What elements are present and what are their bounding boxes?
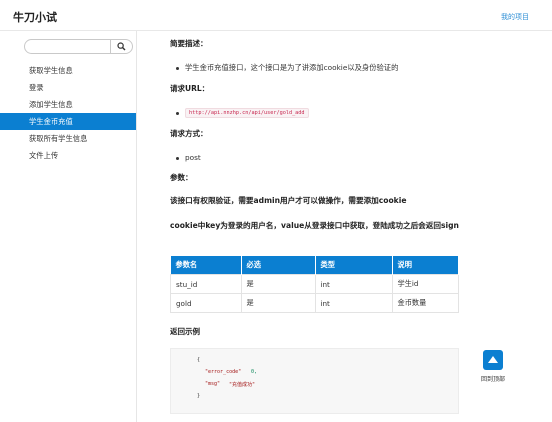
- table-row: stu_id 是 int 学生id: [170, 274, 459, 294]
- table-cell: int: [314, 293, 393, 313]
- url-heading: 请求URL：: [170, 84, 210, 93]
- method-item: post: [176, 153, 201, 162]
- sidebar-item-login[interactable]: 登录: [0, 79, 136, 96]
- table-cell: 是: [240, 274, 316, 294]
- top-bar: 牛刀小试 我的项目: [0, 0, 552, 31]
- back-to-top-button[interactable]: 回到顶部: [470, 350, 516, 383]
- table-row: gold 是 int 金币数量: [170, 293, 459, 313]
- search-input[interactable]: [31, 41, 111, 52]
- col-type: 类型: [315, 256, 393, 275]
- sidebar-item-get-all-students[interactable]: 获取所有学生信息: [0, 130, 136, 147]
- example-heading: 返回示例: [170, 327, 200, 336]
- table-cell: gold: [170, 293, 242, 313]
- code-close-brace: }: [197, 393, 201, 399]
- app-title: 牛刀小试: [13, 11, 57, 24]
- sidebar: 获取学生信息 登录 添加学生信息 学生金币充值 获取所有学生信息 文件上传: [0, 31, 137, 422]
- my-project-link[interactable]: 我的项目: [501, 12, 529, 22]
- method-text: post: [185, 153, 201, 162]
- cookie-note: cookie中key为登录的用户名，value从登录接口中获取，登陆成功之后会返…: [170, 221, 459, 230]
- code-key-msg: "msg": [205, 381, 221, 387]
- sidebar-item-get-student-info[interactable]: 获取学生信息: [0, 62, 136, 79]
- auth-note: 该接口有权限验证，需要admin用户才可以做操作，需要添加cookie: [170, 196, 407, 205]
- col-required: 必选: [241, 256, 316, 275]
- response-example-code: { "error_code" 0, "msg" "充值成功" }: [170, 348, 459, 414]
- table-cell: stu_id: [170, 274, 242, 294]
- request-url: http://api.nnzhp.cn/api/user/gold_add: [185, 108, 309, 118]
- back-to-top-label: 回到顶部: [480, 376, 505, 383]
- sidebar-item-add-student-info[interactable]: 添加学生信息: [0, 96, 136, 113]
- code-value-error-code: 0,: [251, 369, 258, 375]
- sidebar-nav: 获取学生信息 登录 添加学生信息 学生金币充值 获取所有学生信息 文件上传: [0, 62, 136, 164]
- code-open-brace: {: [197, 357, 201, 363]
- code-value-msg: "充值成功": [229, 382, 256, 388]
- back-to-top-icon-box[interactable]: [483, 350, 503, 370]
- description-heading: 简要描述：: [170, 39, 208, 48]
- col-description: 说明: [392, 256, 459, 275]
- search-icon: [117, 42, 126, 51]
- description-text: 学生金币充值接口，这个接口是为了讲添加cookie以及身份验证的: [185, 63, 399, 72]
- params-table: 参数名 必选 类型 说明 stu_id 是 int 学生id gold 是 in…: [170, 256, 459, 313]
- method-heading: 请求方式：: [170, 129, 208, 138]
- description-item: 学生金币充值接口，这个接口是为了讲添加cookie以及身份验证的: [176, 63, 398, 73]
- sidebar-item-student-gold-recharge[interactable]: 学生金币充值: [0, 113, 136, 130]
- table-cell: 学生id: [391, 274, 459, 294]
- table-cell: 金币数量: [391, 293, 459, 313]
- sidebar-item-file-upload[interactable]: 文件上传: [0, 147, 136, 164]
- arrow-up-icon: [488, 356, 498, 363]
- table-cell: int: [314, 274, 393, 294]
- search-box[interactable]: [24, 39, 133, 54]
- search-button[interactable]: [110, 39, 132, 54]
- code-key-error-code: "error_code": [205, 369, 242, 375]
- col-param-name: 参数名: [170, 256, 242, 275]
- table-cell: 是: [240, 293, 316, 313]
- url-item: http://api.nnzhp.cn/api/user/gold_add: [176, 108, 309, 118]
- table-header-row: 参数名 必选 类型 说明: [170, 256, 459, 275]
- params-heading: 参数：: [170, 173, 193, 182]
